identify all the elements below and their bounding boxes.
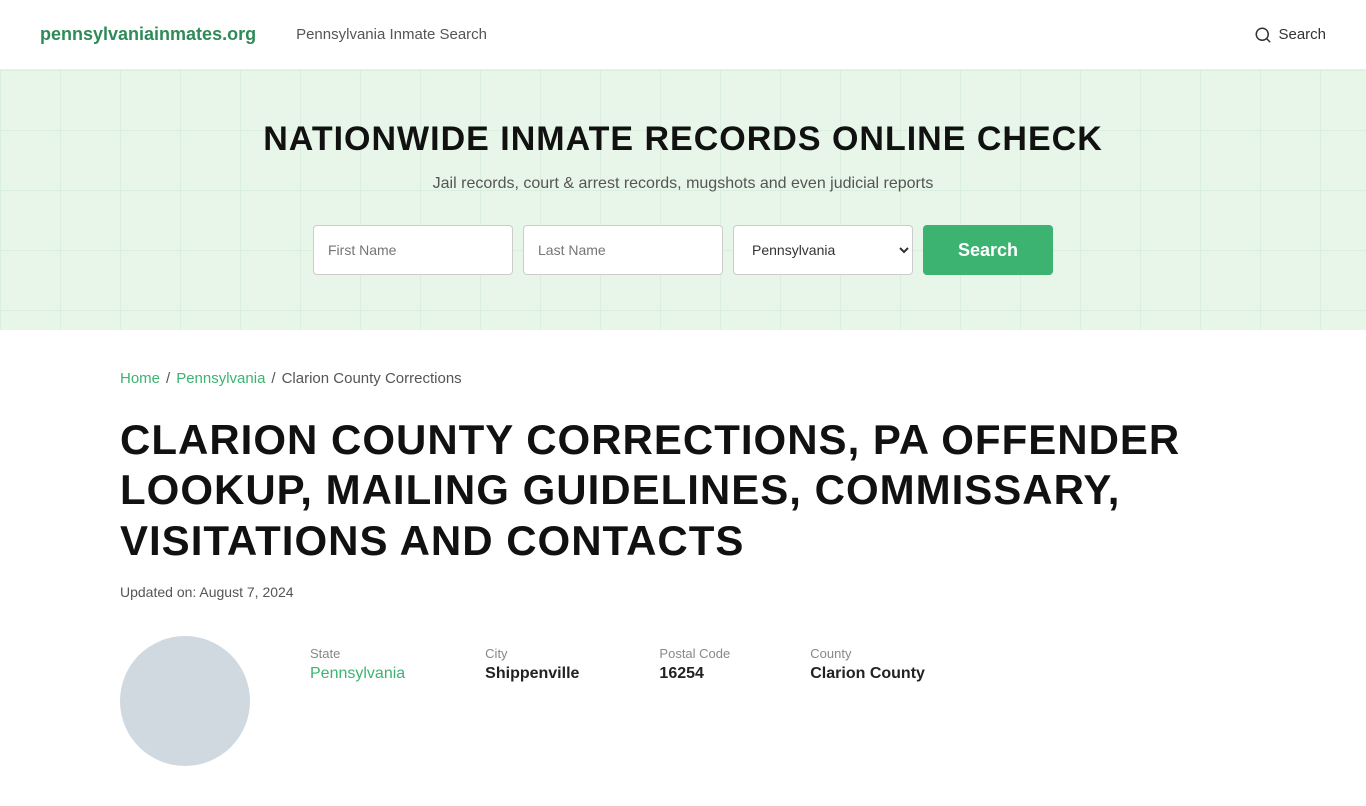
breadcrumb: Home / Pennsylvania / Clarion County Cor… (120, 370, 1246, 387)
postal-value: 16254 (659, 665, 730, 683)
breadcrumb-state[interactable]: Pennsylvania (176, 370, 265, 387)
city-label: City (485, 646, 579, 661)
facility-postal: Postal Code 16254 (659, 646, 730, 683)
hero-subtitle: Jail records, court & arrest records, mu… (20, 175, 1346, 193)
nav-label: Pennsylvania Inmate Search (296, 26, 1254, 43)
state-value: Pennsylvania (310, 665, 405, 683)
facility-details: State Pennsylvania City Shippenville Pos… (310, 636, 1246, 683)
breadcrumb-sep-2: / (271, 370, 275, 387)
search-form: PennsylvaniaAlabamaAlaskaArizonaArkansas… (20, 225, 1346, 275)
hero-section: NATIONWIDE INMATE RECORDS ONLINE CHECK J… (0, 70, 1366, 330)
last-name-input[interactable] (523, 225, 723, 275)
page-title: CLARION COUNTY CORRECTIONS, PA OFFENDER … (120, 415, 1246, 566)
search-button[interactable]: Search (923, 225, 1053, 275)
site-header: pennsylvaniainmates.org Pennsylvania Inm… (0, 0, 1366, 70)
header-search-label: Search (1278, 26, 1326, 43)
postal-label: Postal Code (659, 646, 730, 661)
facility-avatar (120, 636, 250, 766)
header-search-button[interactable]: Search (1254, 26, 1326, 44)
facility-state: State Pennsylvania (310, 646, 405, 683)
updated-date: Updated on: August 7, 2024 (120, 584, 1246, 600)
county-value: Clarion County (810, 665, 925, 683)
county-label: County (810, 646, 925, 661)
facility-county: County Clarion County (810, 646, 925, 683)
main-content: Home / Pennsylvania / Clarion County Cor… (0, 330, 1366, 806)
hero-title: NATIONWIDE INMATE RECORDS ONLINE CHECK (20, 120, 1346, 159)
search-icon (1254, 26, 1272, 44)
state-select[interactable]: PennsylvaniaAlabamaAlaskaArizonaArkansas… (733, 225, 913, 275)
breadcrumb-home[interactable]: Home (120, 370, 160, 387)
state-label: State (310, 646, 405, 661)
breadcrumb-sep-1: / (166, 370, 170, 387)
facility-city: City Shippenville (485, 646, 579, 683)
city-value: Shippenville (485, 665, 579, 683)
first-name-input[interactable] (313, 225, 513, 275)
facility-info-row: State Pennsylvania City Shippenville Pos… (120, 636, 1246, 766)
breadcrumb-current: Clarion County Corrections (282, 370, 462, 387)
site-logo[interactable]: pennsylvaniainmates.org (40, 24, 256, 45)
